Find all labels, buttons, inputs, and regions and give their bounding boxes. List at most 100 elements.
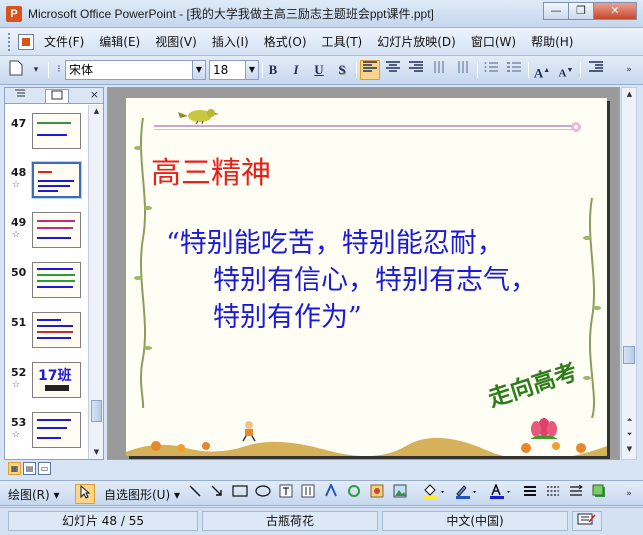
font-name-select[interactable]: 宋体 ▼ xyxy=(65,60,206,80)
indent-button[interactable] xyxy=(586,60,606,80)
slide-thumbnail-row[interactable]: 47 xyxy=(5,113,89,153)
bold-button[interactable]: B xyxy=(263,60,283,80)
draw-label: 绘图(R) xyxy=(8,488,50,502)
arrow-style-button[interactable] xyxy=(566,484,586,504)
clipart-button[interactable] xyxy=(367,484,387,504)
oval-icon xyxy=(255,485,271,497)
distribute-text-button[interactable] xyxy=(430,60,450,80)
scrollbar-thumb[interactable] xyxy=(623,346,635,364)
menu-slideshow[interactable]: 幻灯片放映(D) xyxy=(377,33,456,50)
scroll-down-icon[interactable]: ▼ xyxy=(91,447,102,458)
close-button[interactable]: ✕ xyxy=(593,2,637,20)
underline-button[interactable]: U xyxy=(309,60,329,80)
slide-sorter-view-button[interactable]: ▤ xyxy=(23,462,36,475)
wordart-button[interactable] xyxy=(321,482,341,504)
menu-tools[interactable]: 工具(T) xyxy=(322,33,363,50)
menu-file[interactable]: 文件(F) xyxy=(44,33,84,50)
rectangle-tool-button[interactable] xyxy=(230,484,250,504)
menu-format[interactable]: 格式(O) xyxy=(264,33,307,50)
slide-title[interactable]: 高三精神 xyxy=(151,148,271,192)
document-icon[interactable] xyxy=(18,33,34,50)
arrow-tool-button[interactable] xyxy=(207,484,227,504)
shadow-style-button[interactable] xyxy=(589,484,609,504)
flower-ornament-icon xyxy=(571,122,581,132)
menu-view[interactable]: 视图(V) xyxy=(155,33,197,50)
previous-slide-icon[interactable]: ⏶ xyxy=(624,415,635,426)
slide-thumbnail[interactable] xyxy=(32,212,81,248)
toolbar-overflow-icon[interactable]: » xyxy=(622,60,636,80)
chevron-down-icon[interactable]: ▼ xyxy=(192,61,205,79)
font-size-select[interactable]: 18 ▼ xyxy=(209,60,259,80)
line-tool-button[interactable] xyxy=(185,484,205,504)
align-center-icon xyxy=(386,61,400,72)
slide-thumbnail-selected[interactable] xyxy=(31,161,82,199)
outline-icon xyxy=(15,89,25,97)
menu-insert[interactable]: 插入(I) xyxy=(212,33,249,50)
line-color-button[interactable] xyxy=(452,484,480,504)
dash-style-button[interactable] xyxy=(543,484,563,504)
restore-button[interactable]: ❐ xyxy=(568,2,594,20)
diagram-button[interactable] xyxy=(344,484,364,504)
slide-thumbnail-row[interactable]: 48 ☆ xyxy=(5,161,89,202)
slideshow-view-button[interactable]: ▭ xyxy=(38,462,51,475)
vertical-text-button[interactable] xyxy=(453,60,473,80)
increase-font-button[interactable]: A▲ xyxy=(532,60,552,80)
slide-thumbnail[interactable] xyxy=(32,312,81,348)
outline-tab[interactable] xyxy=(8,89,32,103)
slide-thumbnail-row[interactable]: 50 xyxy=(5,262,89,302)
slide-thumbnail-row[interactable]: 53 ☆ xyxy=(5,412,89,452)
slide-thumbnail[interactable] xyxy=(32,262,81,298)
oval-tool-button[interactable] xyxy=(253,484,273,504)
insert-picture-button[interactable] xyxy=(390,484,410,504)
menu-help[interactable]: 帮助(H) xyxy=(531,33,573,50)
decorative-line xyxy=(154,125,574,127)
font-color-button[interactable] xyxy=(486,482,514,504)
current-slide[interactable]: 高三精神 “特别能吃苦，特别能忍耐， 特别有信心，特别有志气， 特别有作为” 走… xyxy=(126,98,607,456)
scroll-up-icon[interactable]: ▲ xyxy=(91,106,102,117)
toolbar-overflow-icon[interactable]: » xyxy=(622,484,636,504)
autoshapes-menu-button[interactable]: 自选图形(U) ▾ xyxy=(104,486,180,503)
select-objects-button[interactable] xyxy=(75,484,95,504)
dash-style-icon xyxy=(547,486,559,496)
line-style-button[interactable] xyxy=(520,484,540,504)
slides-tab[interactable] xyxy=(45,89,69,103)
slide-thumbnail-row[interactable]: 52 ☆ 17班 xyxy=(5,362,89,402)
decrease-font-button[interactable]: A▼ xyxy=(556,60,576,80)
align-left-button[interactable] xyxy=(360,60,380,80)
textbox-tool-button[interactable] xyxy=(276,484,296,504)
chevron-down-icon[interactable]: ▼ xyxy=(245,61,258,79)
panel-close-button[interactable]: × xyxy=(90,88,99,101)
powerpoint-app-icon[interactable]: P xyxy=(6,5,22,22)
scroll-down-icon[interactable]: ▼ xyxy=(624,444,635,455)
slide-thumbnail[interactable]: 17班 xyxy=(32,362,81,398)
numbering-button[interactable] xyxy=(481,60,501,80)
slide-thumbnail[interactable] xyxy=(32,412,81,448)
slogan-stamp: 走向高考 xyxy=(484,358,581,413)
slide-body-text[interactable]: “特别能吃苦，特别能忍耐， 特别有信心，特别有志气， 特别有作为” xyxy=(166,225,537,336)
align-right-button[interactable] xyxy=(406,60,426,80)
fill-color-button[interactable] xyxy=(420,484,448,504)
menu-window[interactable]: 窗口(W) xyxy=(471,33,516,50)
toolbar-options-icon[interactable]: ▾ xyxy=(30,60,42,80)
toolbar-grip[interactable] xyxy=(8,32,12,51)
slide-thumbnail-row[interactable]: 51 xyxy=(5,312,89,352)
slide-scrollbar[interactable]: ▲ ⏶ ⏷ ▼ xyxy=(621,87,637,460)
thumbnail-scrollbar[interactable]: ▲ ▼ xyxy=(88,105,103,459)
align-center-button[interactable] xyxy=(383,60,403,80)
draw-menu-button[interactable]: 绘图(R) ▾ xyxy=(8,486,60,503)
minimize-button[interactable]: — xyxy=(543,2,569,20)
next-slide-icon[interactable]: ⏷ xyxy=(624,429,635,440)
bullets-button[interactable] xyxy=(504,60,524,80)
slide-thumbnail-row[interactable]: 49 ☆ xyxy=(5,212,89,252)
menu-edit[interactable]: 编辑(E) xyxy=(99,33,140,50)
italic-button[interactable]: I xyxy=(286,60,306,80)
shadow-button[interactable]: S xyxy=(332,60,352,80)
normal-view-button[interactable]: ▦ xyxy=(8,462,21,475)
slide-thumbnail[interactable] xyxy=(32,113,81,149)
scrollbar-thumb[interactable] xyxy=(91,400,102,422)
slide-number: 50 xyxy=(11,266,27,279)
vertical-textbox-button[interactable] xyxy=(298,484,318,504)
scroll-up-icon[interactable]: ▲ xyxy=(624,89,635,100)
spelling-status-icon[interactable] xyxy=(572,511,602,531)
new-document-icon[interactable] xyxy=(6,60,26,80)
